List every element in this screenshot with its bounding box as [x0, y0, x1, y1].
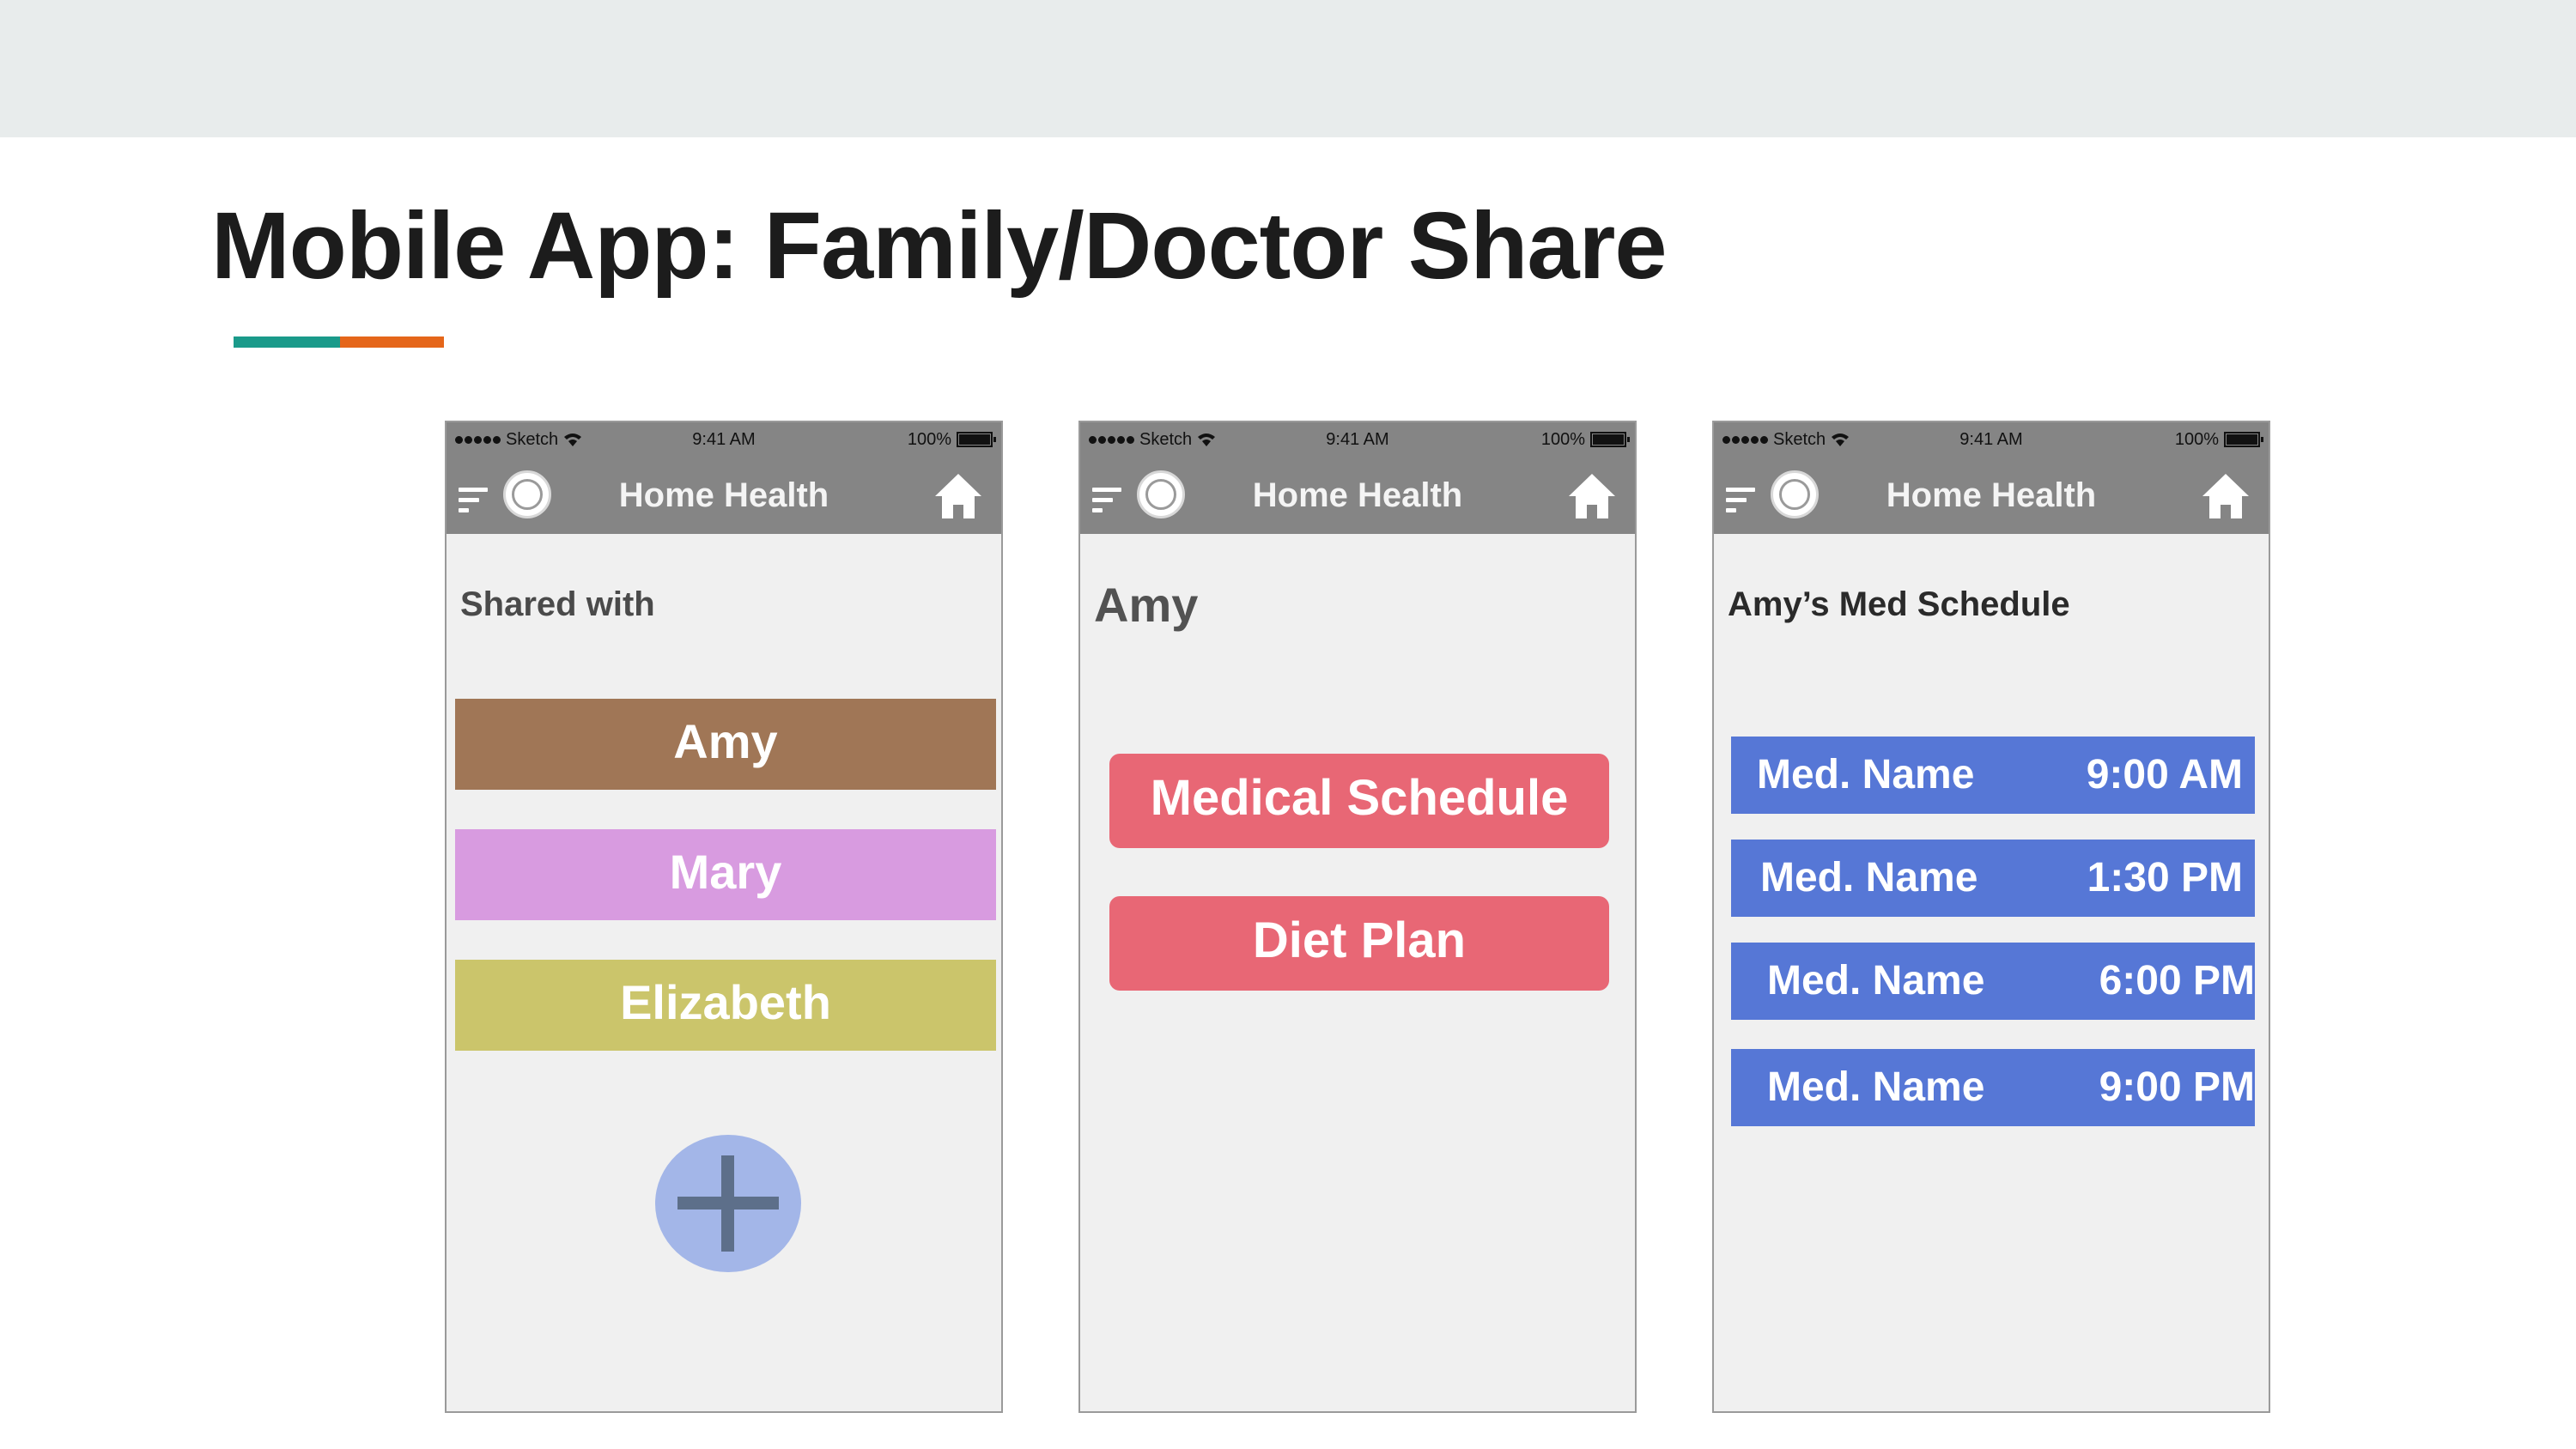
battery-icon [2224, 432, 2263, 447]
home-icon[interactable] [2202, 472, 2250, 520]
battery-icon [957, 432, 996, 447]
med-time: 9:00 PM [2099, 1064, 2255, 1110]
screen-title: Amy [1094, 578, 1199, 632]
battery-percent: 100% [1540, 430, 1585, 449]
home-icon[interactable] [1568, 472, 1616, 520]
nav-title: Home Health [618, 476, 829, 514]
nav-bar: Home Health [447, 457, 1001, 534]
battery-percent: 100% [907, 430, 951, 449]
med-time: 9:00 AM [2086, 752, 2243, 797]
med-schedule-row[interactable]: Med. Name 6:00 PM [1731, 943, 2255, 1020]
slide-title: Mobile App: Family/Doctor Share [211, 193, 1668, 299]
med-time: 6:00 PM [2099, 958, 2255, 1003]
medical-schedule-button[interactable]: Medical Schedule [1109, 754, 1609, 848]
battery-icon [1590, 432, 1630, 447]
battery-percent: 100% [2174, 430, 2219, 449]
title-accent-teal [234, 336, 340, 348]
status-bar: Sketch 9:41 AM 100% [447, 422, 1001, 457]
diet-plan-button[interactable]: Diet Plan [1109, 896, 1609, 991]
add-contact-button[interactable] [655, 1135, 801, 1272]
status-bar: Sketch 9:41 AM 100% [1714, 422, 2269, 457]
med-name: Med. Name [1757, 752, 1975, 797]
contact-button-elizabeth[interactable]: Elizabeth [455, 960, 996, 1051]
contact-button-mary[interactable]: Mary [455, 829, 996, 920]
med-schedule-row[interactable]: Med. Name 1:30 PM [1731, 840, 2255, 917]
phone-shared-with-screen: Sketch 9:41 AM 100% Home Health Shared w… [445, 421, 1003, 1413]
status-bar: Sketch 9:41 AM 100% [1080, 422, 1635, 457]
phone-med-schedule-screen: Sketch 9:41 AM 100% Home Health Amy’s Me… [1712, 421, 2270, 1413]
nav-bar: Home Health [1080, 457, 1635, 534]
title-accent-orange [340, 336, 444, 348]
screen-title: Amy’s Med Schedule [1728, 585, 2070, 623]
nav-title: Home Health [1252, 476, 1463, 514]
med-time: 1:30 PM [2087, 855, 2243, 900]
med-name: Med. Name [1767, 1064, 1985, 1110]
med-name: Med. Name [1767, 958, 1985, 1003]
med-schedule-row[interactable]: Med. Name 9:00 AM [1731, 737, 2255, 814]
home-icon[interactable] [934, 472, 982, 520]
med-name: Med. Name [1760, 855, 1978, 900]
screen-title: Shared with [460, 585, 655, 623]
phone-amy-screen: Sketch 9:41 AM 100% Home Health Amy Medi… [1078, 421, 1637, 1413]
contact-button-amy[interactable]: Amy [455, 699, 996, 790]
med-schedule-row[interactable]: Med. Name 9:00 PM [1731, 1049, 2255, 1126]
nav-bar: Home Health [1714, 457, 2269, 534]
nav-title: Home Health [1886, 476, 2097, 514]
slide-header-band [0, 0, 2576, 137]
